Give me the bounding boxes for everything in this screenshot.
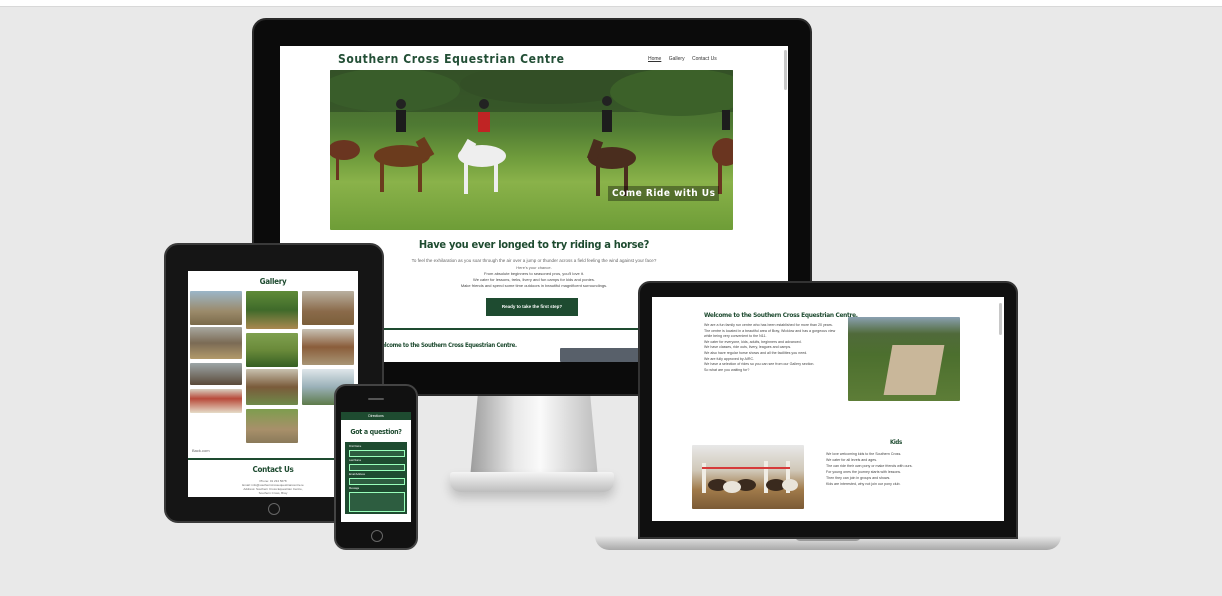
site-title[interactable]: Southern Cross Equestrian Centre <box>338 52 565 66</box>
form-label-message: Message <box>349 487 360 490</box>
kids-heading: Kids <box>890 439 902 446</box>
tablet-screen: Gallery Back.com Contact Us Phone: 01 23… <box>188 271 358 497</box>
form-label-last-name: Last Name <box>349 459 362 462</box>
welcome-paragraph: So what are you waiting for? <box>704 367 750 372</box>
phone-screen: Directions Got a question? First Name La… <box>341 412 411 522</box>
gallery-photo[interactable] <box>190 389 242 413</box>
welcome-paragraph: The centre is located in a beautiful are… <box>704 328 836 339</box>
welcome-heading-desktop: Welcome to the Southern Cross Equestrian… <box>376 342 517 349</box>
tablet-home-button[interactable] <box>268 503 280 515</box>
scrollbar[interactable] <box>784 50 787 90</box>
kids-photo <box>692 445 804 509</box>
phone: Directions Got a question? First Name La… <box>334 384 418 550</box>
tablet-divider <box>188 458 358 460</box>
laptop: Welcome to the Southern Cross Equestrian… <box>638 281 1018 539</box>
gallery-photo[interactable] <box>246 291 298 329</box>
kids-ponies-illustration <box>702 461 798 493</box>
form-label-first-name: First Name <box>349 445 362 448</box>
welcome-paragraph: We are a fun family run centre who has b… <box>704 323 833 327</box>
monitor-base <box>450 472 614 492</box>
hero-overlay-text: Come Ride with Us <box>608 186 720 201</box>
email-input[interactable] <box>349 478 405 485</box>
contact-line-4: Southern Cross, Bray <box>258 491 288 495</box>
form-label-email: Email Address <box>349 473 365 476</box>
gallery-photo[interactable] <box>190 291 242 325</box>
gallery-photo[interactable] <box>190 327 242 359</box>
phone-heading: Got a question? <box>350 428 402 436</box>
phone-nav-label: Directions <box>368 414 384 418</box>
cta-button[interactable]: Ready to take the first step? <box>486 298 578 316</box>
top-bar <box>0 0 1222 7</box>
gallery-photo[interactable] <box>246 369 298 405</box>
kids-text: We love welcoming kids to the Southern C… <box>826 451 996 487</box>
gallery-footer-note: Back.com <box>192 448 210 453</box>
hero-image: Come Ride with Us <box>330 70 733 230</box>
monitor-stand <box>470 396 598 478</box>
gallery-heading: Gallery <box>259 277 287 286</box>
arena-aerial-photo <box>848 317 960 401</box>
gallery-photo[interactable] <box>246 409 298 443</box>
nav-home[interactable]: Home <box>648 56 661 62</box>
kids-line: Kids are interested, why not join our po… <box>826 482 901 486</box>
nav-contact[interactable]: Contact Us <box>692 56 717 62</box>
gallery-photo[interactable] <box>190 363 242 385</box>
arena-surface <box>883 345 945 395</box>
gallery-photo[interactable] <box>246 333 298 367</box>
nav-gallery[interactable]: Gallery <box>669 56 685 62</box>
laptop-screen: Welcome to the Southern Cross Equestrian… <box>652 297 1004 521</box>
welcome-photo-peek <box>560 348 640 362</box>
contact-heading: Contact Us <box>252 465 294 474</box>
phone-speaker <box>368 398 384 400</box>
laptop-scrollbar[interactable] <box>999 303 1002 335</box>
gallery-photo[interactable] <box>302 291 354 325</box>
nav-menu: Home Gallery Contact Us <box>648 56 717 62</box>
riders-illustration <box>330 70 733 196</box>
welcome-text: We are a fun family run centre who has b… <box>704 323 844 373</box>
gallery-photo[interactable] <box>302 329 354 365</box>
welcome-heading: Welcome to the Southern Cross Equestrian… <box>704 311 858 319</box>
last-name-input[interactable] <box>349 464 405 471</box>
message-input[interactable] <box>349 492 405 512</box>
contact-form: First Name Last Name Email Address Messa… <box>345 442 407 514</box>
phone-home-button[interactable] <box>371 530 383 542</box>
first-name-input[interactable] <box>349 450 405 457</box>
hero-lead: To feel the exhilaration as you soar thr… <box>411 258 657 263</box>
phone-nav-bar[interactable]: Directions <box>341 412 411 420</box>
